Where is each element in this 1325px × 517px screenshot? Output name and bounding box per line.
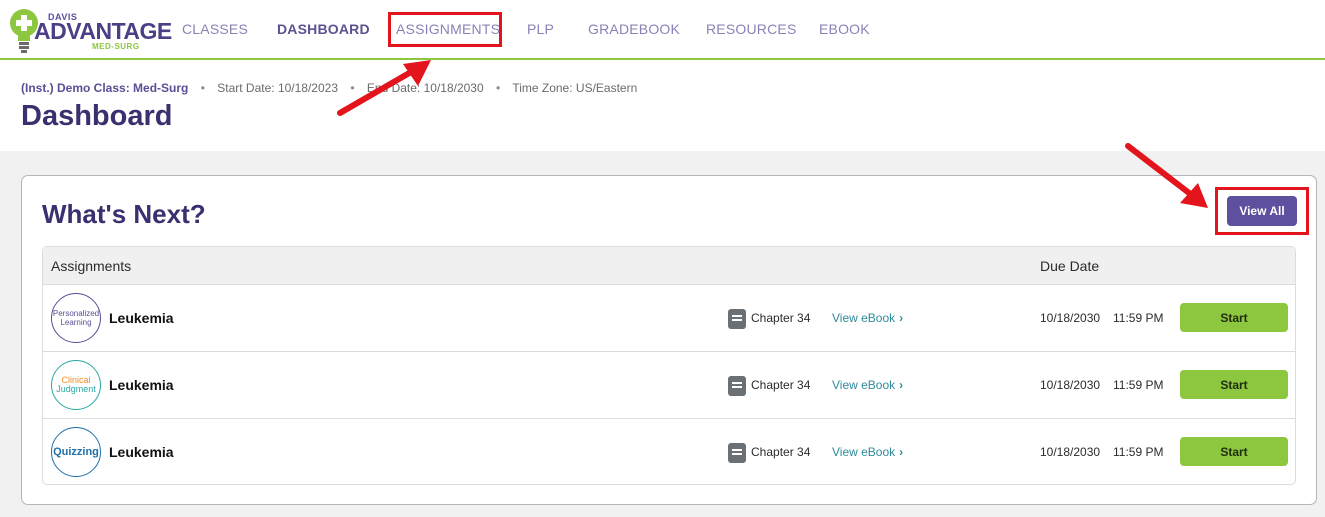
book-icon bbox=[728, 309, 746, 329]
book-icon bbox=[728, 443, 746, 463]
badge-line-1: Personalized bbox=[52, 309, 100, 318]
due-date: 10/18/2030 bbox=[1040, 378, 1101, 392]
separator-dot: • bbox=[200, 81, 205, 95]
class-start-date: Start Date: 10/18/2023 bbox=[217, 81, 338, 95]
view-ebook-label: View eBook bbox=[832, 311, 896, 325]
view-all-highlight-box bbox=[1215, 187, 1309, 235]
nav-resources[interactable]: RESOURCES bbox=[706, 21, 796, 37]
chevron-right-icon: › bbox=[899, 445, 904, 459]
clinical-judgment-badge-icon: Clinical Judgment bbox=[51, 360, 101, 410]
view-ebook-link[interactable]: View eBook › bbox=[832, 311, 903, 325]
table-header: Assignments Due Date bbox=[43, 247, 1295, 285]
nav-dashboard[interactable]: DASHBOARD bbox=[277, 21, 370, 37]
assignment-name[interactable]: Leukemia bbox=[109, 310, 174, 326]
card-title: What's Next? bbox=[42, 199, 206, 229]
chapter-label: Chapter 34 bbox=[751, 445, 811, 459]
class-end-date: End Date: 10/18/2030 bbox=[366, 81, 484, 95]
due-time: 11:59 PM bbox=[1113, 311, 1164, 325]
nav-gradebook[interactable]: GRADEBOOK bbox=[588, 21, 680, 37]
whats-next-card: What's Next? View All Assignments Due Da… bbox=[21, 175, 1317, 505]
table-row: Personalized Learning Leukemia Chapter 3… bbox=[43, 285, 1295, 352]
assignment-name[interactable]: Leukemia bbox=[109, 444, 174, 460]
due-time: 11:59 PM bbox=[1113, 445, 1164, 459]
class-name: (Inst.) Demo Class: Med-Surg bbox=[21, 81, 189, 95]
book-icon bbox=[728, 376, 746, 396]
chapter-label: Chapter 34 bbox=[751, 378, 811, 392]
due-time: 11:59 PM bbox=[1113, 378, 1164, 392]
start-button[interactable]: Start bbox=[1180, 303, 1288, 332]
view-ebook-label: View eBook bbox=[832, 378, 896, 392]
separator-dot: • bbox=[350, 81, 355, 95]
logo-main-text: ADVANTAGE bbox=[34, 18, 172, 44]
due-date: 10/18/2030 bbox=[1040, 445, 1101, 459]
quizzing-badge-icon: Quizzing bbox=[51, 427, 101, 477]
start-button[interactable]: Start bbox=[1180, 370, 1288, 399]
top-navigation-bar: DAVIS ADVANTAGE MED-SURG CLASSES DASHBOA… bbox=[0, 0, 1325, 60]
separator-dot: • bbox=[496, 81, 501, 95]
davis-advantage-logo[interactable]: DAVIS ADVANTAGE MED-SURG bbox=[8, 4, 172, 54]
personalized-learning-badge-icon: Personalized Learning bbox=[51, 293, 101, 343]
nav-classes[interactable]: CLASSES bbox=[182, 21, 248, 37]
view-ebook-link[interactable]: View eBook › bbox=[832, 378, 903, 392]
chapter-label: Chapter 34 bbox=[751, 311, 811, 325]
assignment-name[interactable]: Leukemia bbox=[109, 377, 174, 393]
view-ebook-link[interactable]: View eBook › bbox=[832, 445, 903, 459]
assignments-table: Assignments Due Date Personalized Learni… bbox=[42, 246, 1296, 485]
due-date: 10/18/2030 bbox=[1040, 311, 1101, 325]
badge-line-1: Quizzing bbox=[53, 445, 99, 458]
chevron-right-icon: › bbox=[899, 378, 904, 392]
assignments-highlight-box bbox=[388, 12, 502, 47]
view-ebook-label: View eBook bbox=[832, 445, 896, 459]
nav-ebook[interactable]: EBOOK bbox=[819, 21, 870, 37]
class-time-zone: Time Zone: US/Eastern bbox=[512, 81, 638, 95]
logo-sub-text: MED-SURG bbox=[92, 42, 140, 51]
badge-line-2: Judgment bbox=[56, 384, 96, 394]
table-row: Quizzing Leukemia Chapter 34 View eBook ›… bbox=[43, 419, 1295, 484]
badge-line-2: Learning bbox=[60, 318, 92, 327]
page-title: Dashboard bbox=[21, 100, 173, 132]
chevron-right-icon: › bbox=[899, 311, 904, 325]
class-info-line: (Inst.) Demo Class: Med-Surg • Start Dat… bbox=[21, 81, 637, 95]
table-row: Clinical Judgment Leukemia Chapter 34 Vi… bbox=[43, 352, 1295, 419]
column-header-assignments: Assignments bbox=[51, 258, 132, 274]
start-button[interactable]: Start bbox=[1180, 437, 1288, 466]
nav-plp[interactable]: PLP bbox=[527, 21, 554, 37]
column-header-due-date: Due Date bbox=[1040, 258, 1100, 274]
